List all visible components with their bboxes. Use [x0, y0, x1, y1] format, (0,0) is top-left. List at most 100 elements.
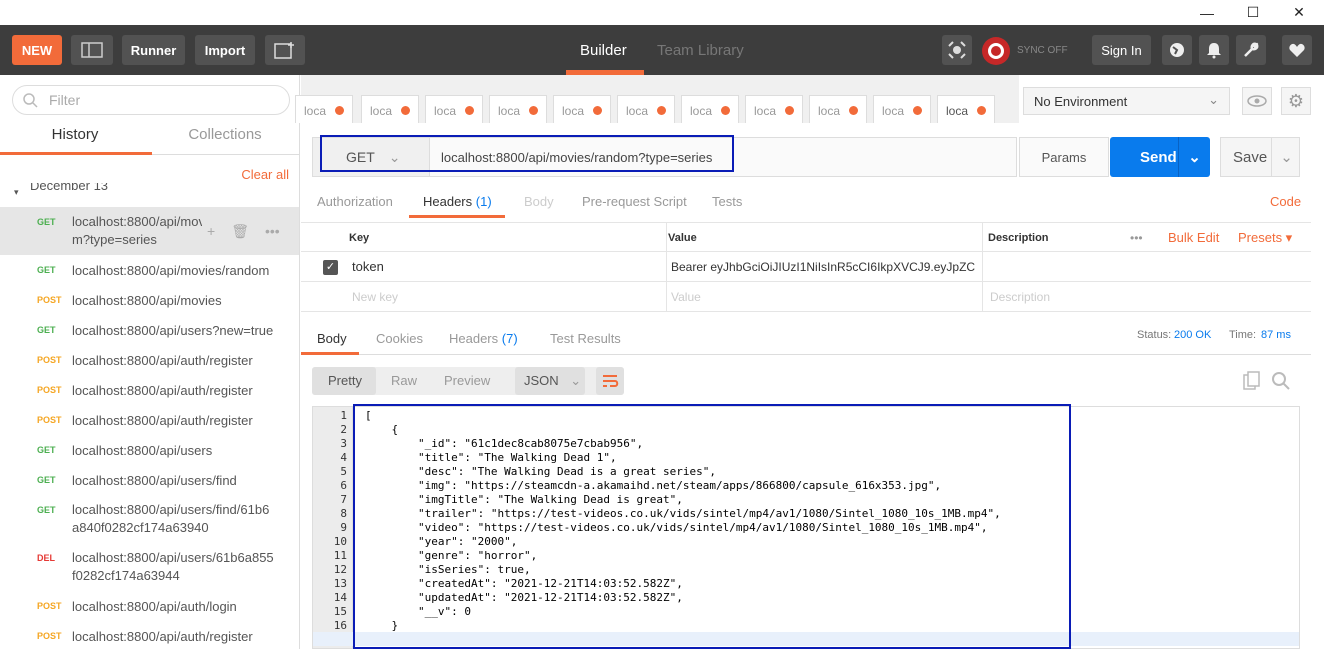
satellite-icon: [948, 41, 966, 59]
history-item[interactable]: POST localhost:8800/api/auth/login: [0, 591, 299, 621]
favorite-button[interactable]: [1282, 35, 1312, 65]
format-select[interactable]: JSON ⌄: [515, 367, 585, 395]
history-item[interactable]: GET localhost:8800/api/users?new=true: [0, 315, 299, 345]
more-icon[interactable]: •••: [265, 222, 280, 240]
new-key-input[interactable]: New key: [352, 282, 398, 312]
history-item[interactable]: POST localhost:8800/api/auth/register: [0, 375, 299, 405]
history-item[interactable]: POST localhost:8800/api/auth/register: [0, 621, 299, 649]
request-tab[interactable]: loca: [295, 95, 353, 123]
add-icon[interactable]: +: [207, 222, 215, 240]
tab-prerequest[interactable]: Pre-request Script: [582, 194, 687, 209]
close-button[interactable]: ✕: [1276, 0, 1322, 25]
toggle-sidebar-button[interactable]: [71, 35, 113, 65]
params-button[interactable]: Params: [1019, 137, 1109, 177]
tab-builder[interactable]: Builder: [580, 42, 627, 59]
history-url: localhost:8800/api/users/61b6a855 f0282cf…: [72, 550, 274, 583]
history-url: localhost:8800/api/auth/login: [72, 598, 237, 614]
wrap-lines-button[interactable]: [596, 367, 624, 395]
view-raw[interactable]: Raw: [391, 367, 417, 395]
tab-history[interactable]: History: [0, 123, 150, 147]
sign-in-button[interactable]: Sign In: [1092, 35, 1151, 65]
environment-select[interactable]: No Environment ⌄: [1023, 87, 1230, 115]
col-description: Description: [988, 232, 1049, 244]
more-options-icon[interactable]: •••: [1130, 223, 1143, 253]
globe-button[interactable]: [1162, 35, 1192, 65]
tab-authorization[interactable]: Authorization: [317, 194, 393, 209]
header-key[interactable]: token: [352, 252, 384, 282]
save-options-chevron-icon[interactable]: ⌄: [1271, 138, 1301, 176]
window-titlebar: — ☐ ✕: [0, 0, 1324, 25]
sync-icon[interactable]: [982, 37, 1010, 65]
unsaved-dot-icon: [657, 106, 666, 115]
request-tab[interactable]: loca: [681, 95, 739, 123]
maximize-button[interactable]: ☐: [1230, 0, 1276, 25]
history-item[interactable]: POST localhost:8800/api/movies: [0, 285, 299, 315]
method-badge: GET: [37, 505, 56, 515]
history-item[interactable]: GET localhost:8800/api/users: [0, 435, 299, 465]
presets-link[interactable]: Presets ▾: [1238, 223, 1292, 253]
tab-headers[interactable]: Headers (1): [423, 194, 492, 209]
request-tab[interactable]: loca: [745, 95, 803, 123]
send-options-chevron-icon[interactable]: ⌄: [1178, 137, 1210, 177]
headers-table-header: Key Value Description ••• Bulk Edit Pres…: [301, 222, 1311, 252]
history-item[interactable]: GET localhost:8800/api/users/find/61b6 a84…: [0, 495, 299, 543]
tab-test-results[interactable]: Test Results: [550, 331, 621, 346]
new-button[interactable]: NEW: [12, 35, 62, 65]
history-item[interactable]: POST localhost:8800/api/auth/register: [0, 405, 299, 435]
new-window-button[interactable]: [265, 35, 305, 65]
sidebar: Filter History Collections Clear all Dec…: [0, 75, 300, 649]
request-tab[interactable]: loca: [489, 95, 547, 123]
request-tab[interactable]: loca: [425, 95, 483, 123]
filter-input[interactable]: Filter: [12, 85, 290, 115]
send-button[interactable]: Send ⌄: [1110, 137, 1210, 177]
tab-response-body[interactable]: Body: [317, 331, 347, 346]
runner-button[interactable]: Runner: [122, 35, 185, 65]
request-tab[interactable]: loca: [617, 95, 675, 123]
quick-look-button[interactable]: [1242, 87, 1272, 115]
notifications-button[interactable]: [1199, 35, 1229, 65]
header-enabled-checkbox[interactable]: ✓: [323, 260, 338, 275]
tab-collections[interactable]: Collections: [150, 123, 299, 147]
request-tab[interactable]: loca: [361, 95, 419, 123]
settings-button[interactable]: [1236, 35, 1266, 65]
tab-team-library[interactable]: Team Library: [657, 42, 744, 59]
search-icon[interactable]: [1271, 371, 1291, 391]
manage-env-button[interactable]: ⚙: [1281, 87, 1311, 115]
trash-icon[interactable]: 🗑: [231, 222, 249, 240]
copy-icon[interactable]: [1243, 371, 1261, 391]
view-preview[interactable]: Preview: [444, 367, 490, 395]
tab-tests[interactable]: Tests: [712, 194, 742, 209]
sidebar-tabs: History Collections: [0, 123, 299, 155]
minimize-button[interactable]: —: [1184, 0, 1230, 25]
header-value[interactable]: Bearer eyJhbGciOiJIUzI1NiIsInR5cCI6IkpXV…: [671, 252, 976, 282]
tab-cookies[interactable]: Cookies: [376, 331, 423, 346]
save-button[interactable]: Save ⌄: [1220, 137, 1300, 177]
history-url: localhost:8800/api/movies: [72, 292, 222, 308]
request-tab[interactable]: loca: [937, 95, 995, 123]
method-badge: POST: [37, 355, 62, 365]
new-value-input[interactable]: Value: [671, 282, 701, 312]
unsaved-dot-icon: [785, 106, 794, 115]
unsaved-dot-icon: [529, 106, 538, 115]
method-badge: GET: [37, 325, 56, 335]
unsaved-dot-icon: [465, 106, 474, 115]
clear-all-link[interactable]: Clear all: [241, 167, 289, 182]
history-item[interactable]: GET localhost:8800/api/mo​vies/random?typ…: [0, 207, 299, 255]
request-tab[interactable]: loca: [809, 95, 867, 123]
history-item[interactable]: POST localhost:8800/api/auth/register: [0, 345, 299, 375]
import-button[interactable]: Import: [195, 35, 255, 65]
history-item[interactable]: GET localhost:8800/api/movies/random: [0, 255, 299, 285]
line-number: 3: [340, 437, 347, 450]
request-tab[interactable]: loca: [553, 95, 611, 123]
bulk-edit-link[interactable]: Bulk Edit: [1168, 223, 1219, 253]
tab-response-headers[interactable]: Headers (7): [449, 331, 518, 346]
code-link[interactable]: Code: [1270, 194, 1301, 209]
interceptor-button[interactable]: [942, 35, 972, 65]
new-description-input[interactable]: Description: [990, 282, 1050, 312]
request-tab[interactable]: loca: [873, 95, 931, 123]
history-item[interactable]: DEL localhost:8800/api/users/61b6a855 f028…: [0, 543, 299, 591]
tab-body[interactable]: Body: [524, 194, 554, 209]
line-number: 12: [333, 563, 347, 576]
history-item[interactable]: GET localhost:8800/api/users/find: [0, 465, 299, 495]
view-pretty[interactable]: Pretty: [328, 367, 362, 395]
